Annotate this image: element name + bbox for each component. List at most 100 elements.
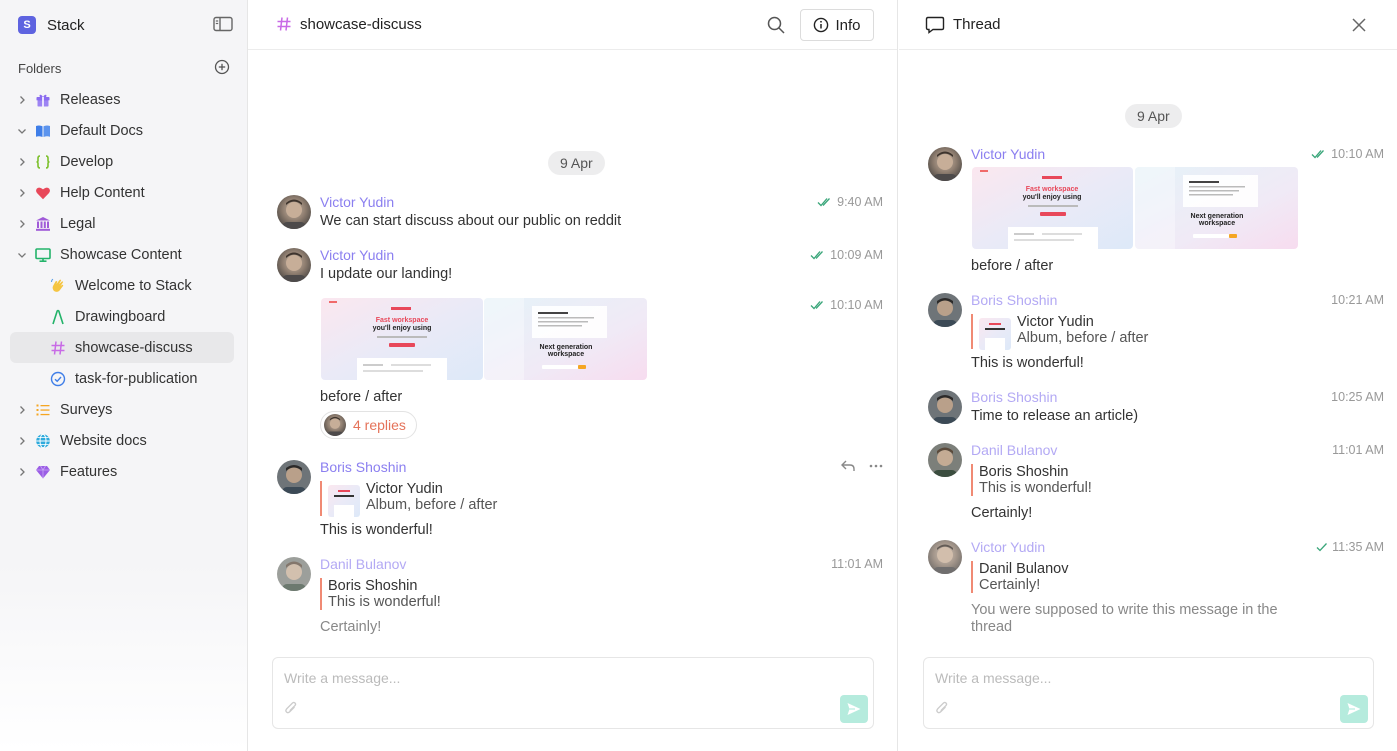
quoted-author: Boris Shoshin — [328, 578, 418, 594]
sidebar-item-develop[interactable]: Develop — [10, 146, 234, 177]
sidebar-item-label: Drawingboard — [75, 308, 166, 325]
message-time: 11:01 AM — [1332, 443, 1384, 457]
sidebar-item-showcase-discuss[interactable]: showcase-discuss — [10, 332, 234, 363]
chevron-right-icon[interactable] — [16, 94, 28, 106]
message-author[interactable]: Boris Shoshin — [971, 292, 1057, 308]
thread-composer[interactable]: Write a message... — [923, 657, 1374, 729]
sidebar-item-label: Default Docs — [60, 122, 144, 139]
chevron-right-icon[interactable] — [16, 466, 28, 478]
sidebar: S Stack Folders Releases Default Docs De… — [0, 0, 248, 751]
sidebar-item-task-for-publication[interactable]: task-for-publication — [10, 363, 234, 394]
message-text: Certainly! — [971, 505, 1033, 521]
thread-panel: Thread 9 Apr Victor Yudin 10:10 AM Fast … — [899, 0, 1397, 751]
album-image-before[interactable]: Fast workspace you'll enjoy using — [972, 167, 1133, 249]
message-author[interactable]: Danil Bulanov — [320, 556, 406, 572]
message-time-text: 9:40 AM — [837, 195, 883, 209]
quoted-author: Danil Bulanov — [979, 561, 1069, 577]
sidebar-item-releases[interactable]: Releases — [10, 84, 234, 115]
reply-icon[interactable] — [840, 458, 856, 477]
sidebar-item-label: Features — [60, 463, 118, 480]
message-text: This is wonderful! — [971, 355, 1084, 371]
sidebar-item-surveys[interactable]: Surveys — [10, 394, 234, 425]
workspace-switcher[interactable]: S Stack — [18, 15, 85, 35]
thumb-headline: Next generation — [540, 344, 593, 351]
message-author[interactable]: Danil Bulanov — [971, 442, 1057, 458]
avatar[interactable] — [277, 460, 311, 494]
message-time: 10:25 AM — [1331, 390, 1384, 404]
message-author[interactable]: Victor Yudin — [320, 247, 394, 263]
attach-icon[interactable] — [284, 700, 298, 719]
album-image-before[interactable]: Fast workspace you'll enjoy using — [321, 298, 483, 380]
double-check-icon — [1311, 150, 1325, 159]
message-time: 10:21 AM — [1331, 293, 1384, 307]
chevron-right-icon[interactable] — [16, 218, 28, 230]
sidebar-item-label: task-for-publication — [75, 370, 198, 387]
avatar[interactable] — [928, 443, 962, 477]
message-composer[interactable]: Write a message... — [272, 657, 874, 729]
avatar[interactable] — [928, 293, 962, 327]
attach-icon[interactable] — [935, 700, 949, 719]
sidebar-item-welcome-to-stack[interactable]: Welcome to Stack — [10, 270, 234, 301]
message-author[interactable]: Boris Shoshin — [971, 389, 1057, 405]
album-image-after[interactable]: Next generation workspace — [1135, 167, 1298, 249]
thread-replies-button[interactable]: 4 replies — [320, 411, 417, 439]
quoted-message[interactable]: Victor Yudin Album, before / after — [971, 314, 1148, 350]
sidebar-item-label: Legal — [60, 215, 96, 232]
more-options-icon[interactable] — [868, 458, 884, 477]
message-author[interactable]: Victor Yudin — [971, 146, 1045, 162]
album-caption: before / after — [320, 389, 403, 405]
sidebar-item-features[interactable]: Features — [10, 456, 234, 487]
chevron-right-icon[interactable] — [16, 187, 28, 199]
gift-icon — [34, 91, 52, 109]
message-time-text: 11:01 AM — [831, 557, 883, 571]
message-time: 10:09 AM — [810, 248, 883, 262]
message-author[interactable]: Victor Yudin — [320, 194, 394, 210]
sidebar-item-drawingboard[interactable]: Drawingboard — [10, 301, 234, 332]
message-author[interactable]: Victor Yudin — [971, 539, 1045, 555]
album-image-after[interactable]: Next generation workspace — [484, 298, 647, 380]
chevron-right-icon[interactable] — [16, 156, 28, 168]
info-button[interactable]: Info — [800, 9, 874, 41]
sidebar-item-showcase-content[interactable]: Showcase Content — [10, 239, 234, 270]
heart-icon — [34, 184, 52, 202]
message-time-text: 10:25 AM — [1331, 390, 1384, 404]
chevron-right-icon[interactable] — [16, 435, 28, 447]
sidebar-item-help-content[interactable]: Help Content — [10, 177, 234, 208]
avatar[interactable] — [928, 390, 962, 424]
add-folder-icon[interactable] — [214, 59, 230, 78]
chevron-down-icon[interactable] — [16, 249, 28, 261]
avatar[interactable] — [277, 557, 311, 591]
avatar[interactable] — [277, 248, 311, 282]
message-time-text: 11:35 AM — [1332, 540, 1384, 554]
chat-bubble-icon — [925, 16, 945, 37]
chevron-down-icon[interactable] — [16, 125, 28, 137]
sidebar-item-default-docs[interactable]: Default Docs — [10, 115, 234, 146]
sidebar-toggle-icon[interactable] — [213, 16, 233, 32]
double-check-icon — [817, 198, 831, 207]
quoted-text: Certainly! — [979, 577, 1041, 593]
avatar[interactable] — [928, 147, 962, 181]
quoted-message[interactable]: Victor Yudin Album, before / after — [320, 481, 497, 517]
sidebar-item-legal[interactable]: Legal — [10, 208, 234, 239]
thumb-headline: Next generation — [1191, 213, 1244, 220]
thumb-subheadline: you'll enjoy using — [1023, 194, 1082, 201]
send-button[interactable] — [840, 695, 868, 723]
quoted-message[interactable]: Boris Shoshin This is wonderful! — [320, 578, 441, 610]
quoted-message[interactable]: Boris Shoshin This is wonderful! — [971, 464, 1092, 496]
quoted-message[interactable]: Danil Bulanov Certainly! — [971, 561, 1068, 593]
message-text: This is wonderful! — [320, 522, 433, 538]
sidebar-item-label: Website docs — [60, 432, 147, 449]
close-icon[interactable] — [1351, 17, 1367, 36]
quoted-album-thumbnail — [979, 318, 1011, 350]
search-icon[interactable] — [766, 15, 786, 35]
info-button-label: Info — [835, 16, 861, 34]
info-icon — [814, 17, 829, 33]
avatar[interactable] — [928, 540, 962, 574]
avatar[interactable] — [277, 195, 311, 229]
message-author[interactable]: Boris Shoshin — [320, 459, 406, 475]
send-button[interactable] — [1340, 695, 1368, 723]
chevron-right-icon[interactable] — [16, 404, 28, 416]
svg-text:Fast workspace: Fast workspace — [376, 317, 429, 324]
sidebar-item-website-docs[interactable]: Website docs — [10, 425, 234, 456]
hash-icon — [276, 16, 292, 35]
